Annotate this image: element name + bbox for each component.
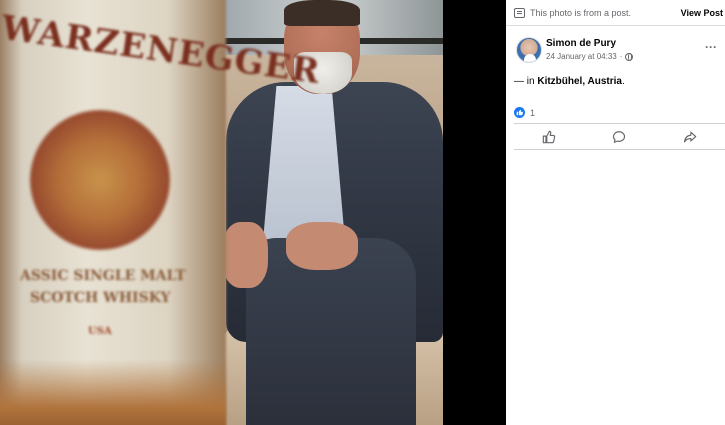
bottle-liquid xyxy=(0,360,226,425)
post-photo[interactable]: WARZENEGGER ASSIC SINGLE MALT SCOTCH WHI… xyxy=(0,0,443,425)
post-side-panel: This photo is from a post. View Post Sim… xyxy=(506,0,725,425)
bottle-label-line1: ASSIC SINGLE MALT xyxy=(20,268,186,284)
meta-separator: · xyxy=(619,52,623,61)
location-suffix: . xyxy=(621,76,625,87)
post-location: — in Kitzbühel, Austria. xyxy=(514,76,625,87)
reaction-summary[interactable]: 1 xyxy=(514,107,535,118)
bottle-label-origin: USA xyxy=(88,326,112,337)
author-name[interactable]: Simon de Pury xyxy=(546,38,616,49)
notice-text: This photo is from a post. xyxy=(530,8,632,18)
more-options-icon[interactable]: ··· xyxy=(705,40,717,54)
post-timestamp[interactable]: 24 January at 04:33 xyxy=(546,52,617,61)
like-icon xyxy=(542,130,556,143)
share-icon xyxy=(683,131,697,142)
post-actions-bar xyxy=(514,123,725,150)
bottle-logo xyxy=(30,110,170,250)
man-left-hand xyxy=(222,222,268,288)
like-reaction-icon xyxy=(514,107,525,118)
bottle-label-line2: SCOTCH WHISKY xyxy=(30,290,171,306)
post-info-icon xyxy=(514,8,525,18)
location-prefix: — in xyxy=(514,76,538,87)
reaction-count: 1 xyxy=(530,107,536,118)
post-meta: 24 January at 04:33 · xyxy=(546,52,634,61)
view-post-link[interactable]: View Post xyxy=(681,8,723,18)
comment-icon xyxy=(613,130,626,143)
globe-icon xyxy=(625,52,634,61)
location-link[interactable]: Kitzbühel, Austria xyxy=(537,76,622,87)
comment-button[interactable] xyxy=(589,126,649,148)
photo-viewer: WARZENEGGER ASSIC SINGLE MALT SCOTCH WHI… xyxy=(0,0,506,425)
avatar[interactable] xyxy=(516,37,542,63)
like-button[interactable] xyxy=(519,126,579,148)
man-hair xyxy=(284,0,360,26)
post-notice-bar: This photo is from a post. View Post xyxy=(506,0,725,26)
share-button[interactable] xyxy=(660,126,720,148)
man-right-hand xyxy=(286,222,358,270)
